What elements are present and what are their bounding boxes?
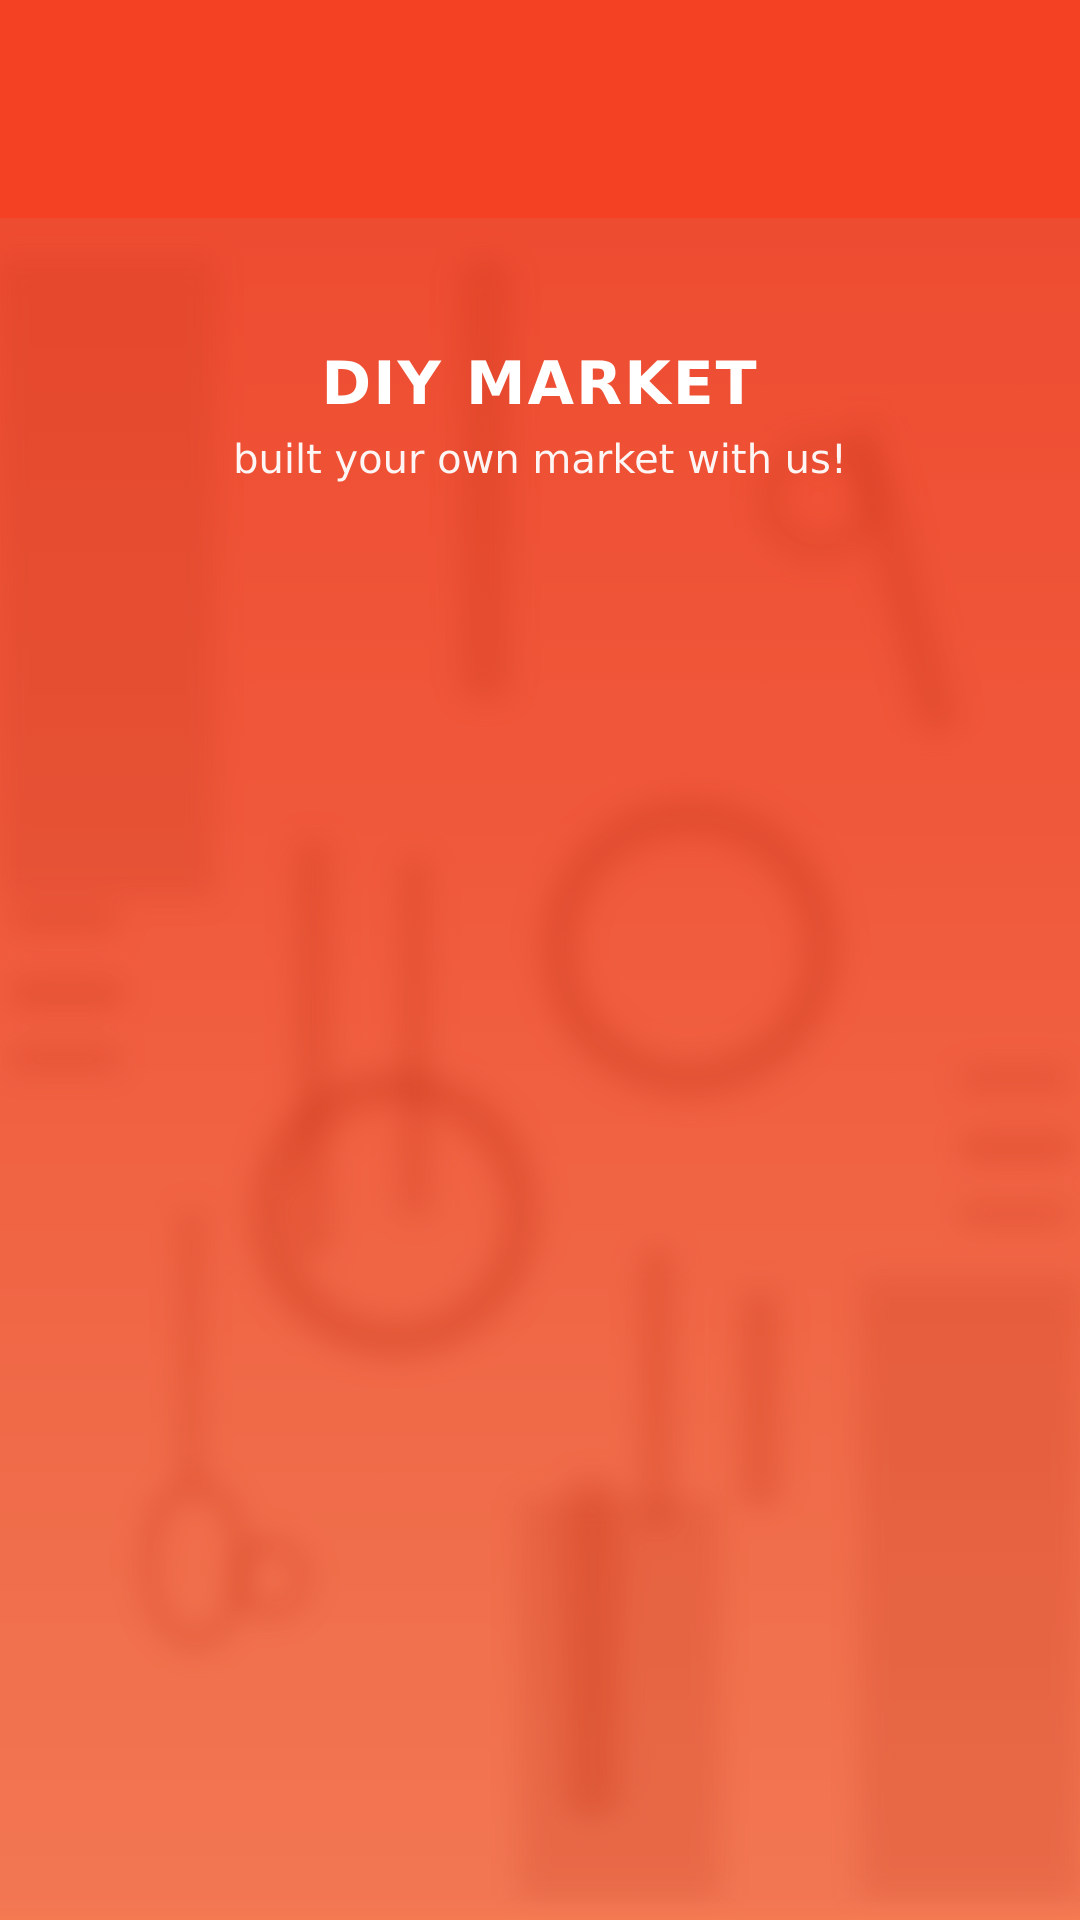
fabric-panel (860, 1278, 1080, 1898)
embroidery-hoop-icon (250, 1068, 540, 1358)
ruler-line (10, 908, 120, 932)
ruler-line (10, 978, 125, 1008)
thread-spool-icon (565, 1478, 620, 1818)
pencil-icon (400, 858, 430, 1218)
pencil-icon (295, 838, 331, 1258)
status-bar (0, 0, 1080, 218)
scissors-icon (230, 1538, 310, 1618)
splash-title-block: DIY MARKET built your own market with us… (0, 352, 1080, 484)
ruler-line (10, 1048, 120, 1070)
bottom-edge (0, 1900, 1080, 1920)
app-title: DIY MARKET (321, 349, 759, 419)
thread-spool-icon (740, 1288, 780, 1508)
ruler-line (960, 1203, 1070, 1225)
thread-spool-icon (520, 1498, 720, 1898)
app-tagline: built your own market with us! (233, 437, 847, 483)
ruler-line (960, 1133, 1075, 1163)
splash-screen: DIY MARKET built your own market with us… (0, 0, 1080, 1920)
embroidery-hoop-icon (540, 798, 840, 1098)
pencil-icon (640, 1248, 674, 1528)
ruler-line (960, 1068, 1070, 1090)
scissors-blade (180, 1208, 202, 1488)
